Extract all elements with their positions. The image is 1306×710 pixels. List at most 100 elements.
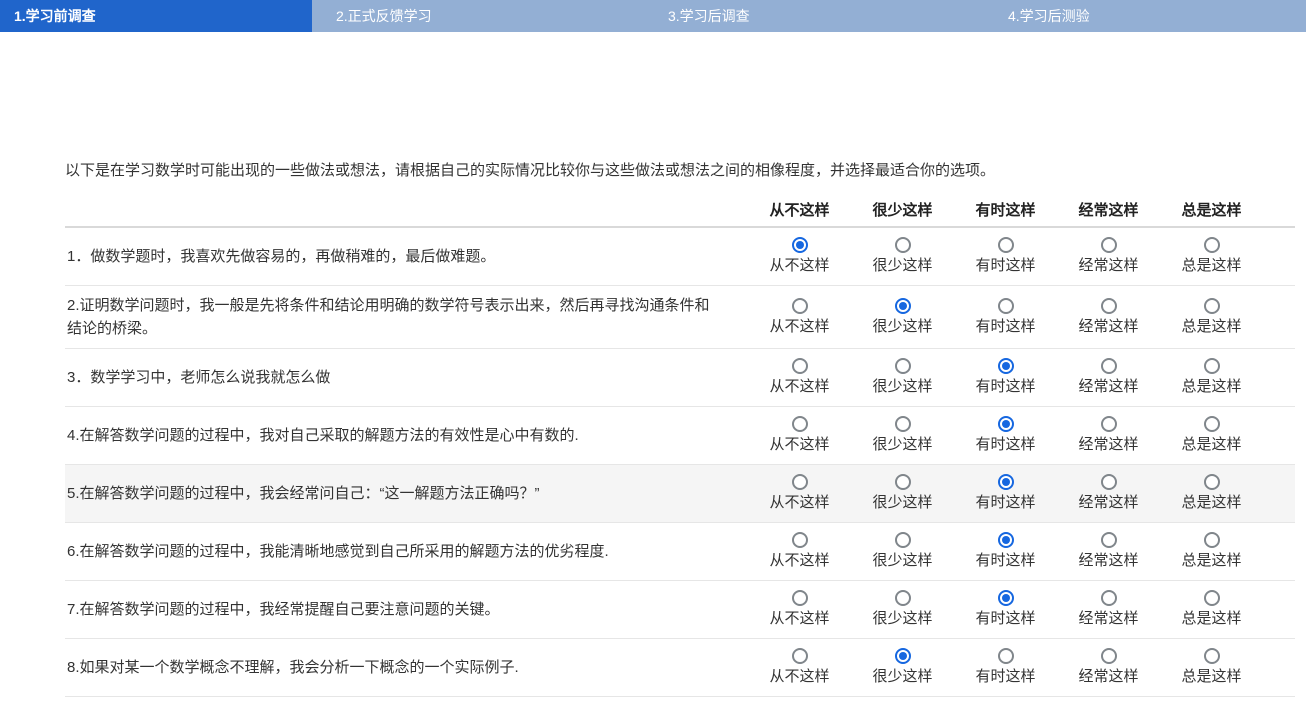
radio-input[interactable] <box>895 416 911 432</box>
option-label: 有时这样 <box>975 667 1035 687</box>
radio-input[interactable] <box>895 358 911 374</box>
option-choice[interactable]: 经常这样 <box>1057 231 1160 282</box>
radio-input[interactable] <box>895 298 911 314</box>
option-choice[interactable]: 很少这样 <box>851 352 954 403</box>
option-label: 经常这样 <box>1078 609 1138 629</box>
option-choice[interactable]: 从不这样 <box>748 410 851 461</box>
tab-formal-feedback-learning[interactable]: 2.正式反馈学习 <box>312 0 634 32</box>
radio-input[interactable] <box>1204 532 1220 548</box>
option-choice[interactable]: 很少这样 <box>851 526 954 577</box>
radio-input[interactable] <box>792 237 808 253</box>
option-choice[interactable]: 总是这样 <box>1160 526 1263 577</box>
option-choice[interactable]: 从不这样 <box>748 292 851 343</box>
radio-input[interactable] <box>792 416 808 432</box>
option-choice[interactable]: 有时这样 <box>954 642 1057 693</box>
option-choice[interactable]: 很少这样 <box>851 231 954 282</box>
option-choice[interactable]: 很少这样 <box>851 642 954 693</box>
radio-input[interactable] <box>1204 237 1220 253</box>
radio-input[interactable] <box>792 358 808 374</box>
option-choice[interactable]: 从不这样 <box>748 231 851 282</box>
survey-table: 从不这样 很少这样 有时这样 经常这样 总是这样 1．做数学题时，我喜欢先做容易… <box>65 193 1295 697</box>
option-choice[interactable]: 从不这样 <box>748 642 851 693</box>
radio-input[interactable] <box>895 237 911 253</box>
tab-post-learning-test[interactable]: 4.学习后测验 <box>966 0 1306 32</box>
radio-input[interactable] <box>1101 416 1117 432</box>
radio-input[interactable] <box>1204 590 1220 606</box>
radio-input[interactable] <box>1101 237 1117 253</box>
radio-input[interactable] <box>1101 590 1117 606</box>
radio-input[interactable] <box>792 298 808 314</box>
radio-input[interactable] <box>998 416 1014 432</box>
option-choice[interactable]: 从不这样 <box>748 584 851 635</box>
radio-input[interactable] <box>1204 416 1220 432</box>
radio-input[interactable] <box>895 648 911 664</box>
option-choice[interactable]: 总是这样 <box>1160 352 1263 403</box>
option-choice[interactable]: 从不这样 <box>748 352 851 403</box>
radio-input[interactable] <box>998 358 1014 374</box>
tab-label: 1.学习前调查 <box>14 6 96 26</box>
option-choice[interactable]: 总是这样 <box>1160 584 1263 635</box>
option-label: 从不这样 <box>769 435 829 455</box>
radio-input[interactable] <box>1101 298 1117 314</box>
option-choice[interactable]: 经常这样 <box>1057 526 1160 577</box>
option-label: 从不这样 <box>769 493 829 513</box>
radio-input[interactable] <box>792 648 808 664</box>
radio-input[interactable] <box>1204 298 1220 314</box>
radio-input[interactable] <box>998 532 1014 548</box>
option-label: 很少这样 <box>872 435 932 455</box>
radio-input[interactable] <box>895 590 911 606</box>
option-choice[interactable]: 经常这样 <box>1057 468 1160 519</box>
option-choice[interactable]: 经常这样 <box>1057 642 1160 693</box>
option-choice[interactable]: 有时这样 <box>954 292 1057 343</box>
radio-input[interactable] <box>895 532 911 548</box>
option-label: 从不这样 <box>769 377 829 397</box>
option-choice[interactable]: 从不这样 <box>748 468 851 519</box>
survey-rows: 1．做数学题时，我喜欢先做容易的，再做稍难的，最后做难题。 从不这样很少这样有时… <box>65 228 1295 697</box>
option-choice[interactable]: 总是这样 <box>1160 410 1263 461</box>
option-choice[interactable]: 经常这样 <box>1057 584 1160 635</box>
option-choice[interactable]: 从不这样 <box>748 526 851 577</box>
option-choice[interactable]: 很少这样 <box>851 584 954 635</box>
radio-input[interactable] <box>1204 648 1220 664</box>
tab-post-learning-survey[interactable]: 3.学习后调查 <box>634 0 966 32</box>
option-choice[interactable]: 有时这样 <box>954 468 1057 519</box>
option-choice[interactable]: 有时这样 <box>954 526 1057 577</box>
survey-row: 3．数学学习中，老师怎么说我就怎么做 从不这样很少这样有时这样经常这样总是这样 <box>65 349 1295 407</box>
option-choice[interactable]: 很少这样 <box>851 292 954 343</box>
step-tabbar: 1.学习前调查 2.正式反馈学习 3.学习后调查 4.学习后测验 <box>0 0 1306 32</box>
scale-header: 有时这样 <box>954 193 1057 226</box>
radio-input[interactable] <box>1101 358 1117 374</box>
option-label: 总是这样 <box>1181 493 1241 513</box>
option-choice[interactable]: 经常这样 <box>1057 292 1160 343</box>
radio-input[interactable] <box>998 648 1014 664</box>
radio-input[interactable] <box>1101 532 1117 548</box>
radio-input[interactable] <box>998 237 1014 253</box>
radio-input[interactable] <box>998 590 1014 606</box>
radio-input[interactable] <box>1204 358 1220 374</box>
option-choice[interactable]: 有时这样 <box>954 410 1057 461</box>
survey-content: 以下是在学习数学时可能出现的一些做法或想法，请根据自己的实际情况比较你与这些做法… <box>65 160 1297 697</box>
radio-input[interactable] <box>998 298 1014 314</box>
option-choice[interactable]: 总是这样 <box>1160 231 1263 282</box>
option-choice[interactable]: 有时这样 <box>954 584 1057 635</box>
radio-input[interactable] <box>792 532 808 548</box>
option-choice[interactable]: 很少这样 <box>851 468 954 519</box>
option-choice[interactable]: 有时这样 <box>954 231 1057 282</box>
radio-input[interactable] <box>1101 474 1117 490</box>
option-choice[interactable]: 经常这样 <box>1057 410 1160 461</box>
option-choice[interactable]: 总是这样 <box>1160 642 1263 693</box>
tab-pre-learning-survey[interactable]: 1.学习前调查 <box>0 0 312 32</box>
option-choice[interactable]: 总是这样 <box>1160 468 1263 519</box>
radio-input[interactable] <box>998 474 1014 490</box>
option-label: 有时这样 <box>975 609 1035 629</box>
option-choice[interactable]: 很少这样 <box>851 410 954 461</box>
radio-input[interactable] <box>792 590 808 606</box>
option-choice[interactable]: 总是这样 <box>1160 292 1263 343</box>
radio-input[interactable] <box>792 474 808 490</box>
radio-input[interactable] <box>1204 474 1220 490</box>
radio-input[interactable] <box>895 474 911 490</box>
radio-input[interactable] <box>1101 648 1117 664</box>
option-choice[interactable]: 有时这样 <box>954 352 1057 403</box>
option-choice[interactable]: 经常这样 <box>1057 352 1160 403</box>
option-label: 有时这样 <box>975 256 1035 276</box>
